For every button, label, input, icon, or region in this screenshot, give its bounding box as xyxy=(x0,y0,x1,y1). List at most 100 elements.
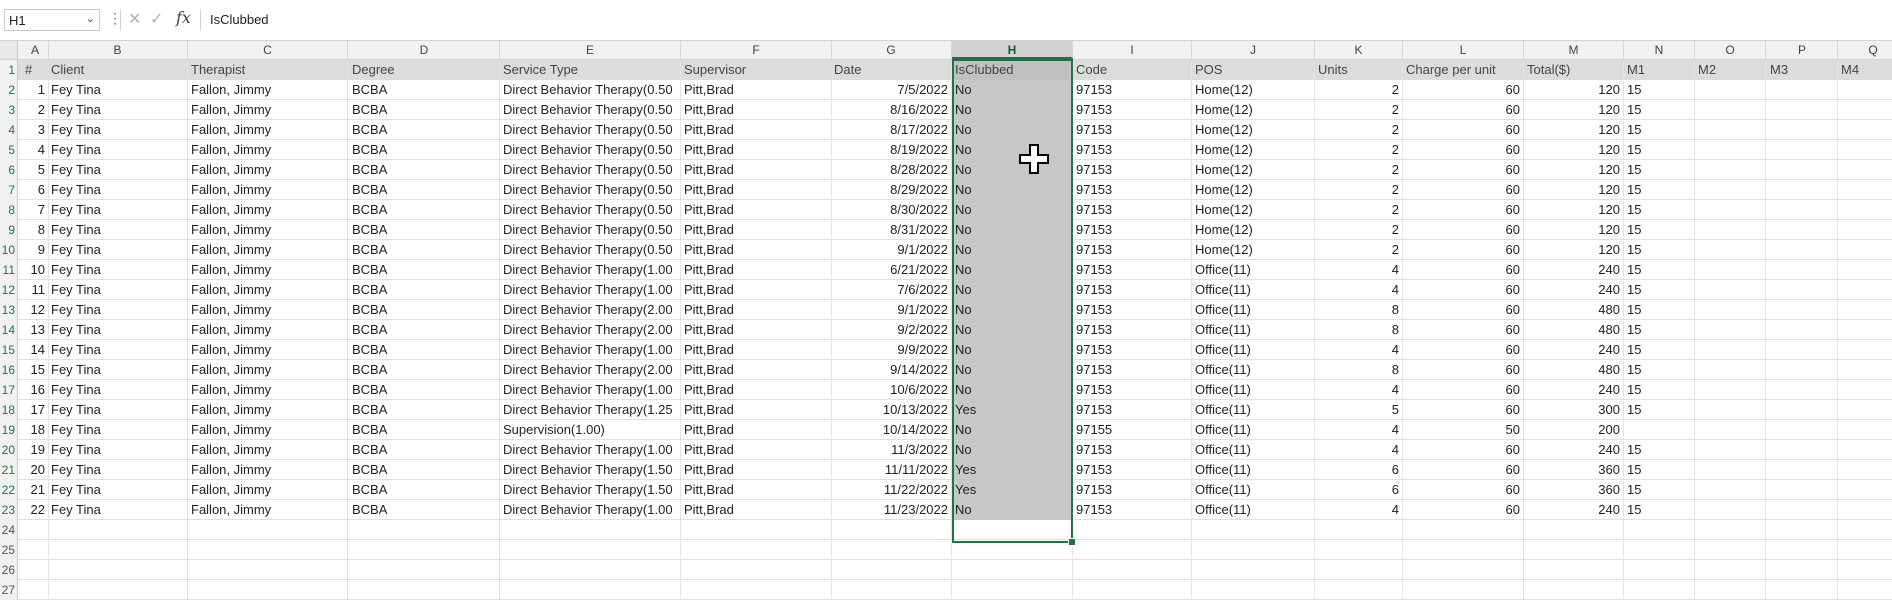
table-cell[interactable]: Pitt,Brad xyxy=(681,380,832,400)
table-cell[interactable]: Fallon, Jimmy xyxy=(188,480,348,500)
table-cell[interactable]: 8/31/2022 xyxy=(831,220,952,240)
table-cell[interactable]: 7 xyxy=(22,200,49,220)
table-cell[interactable]: No xyxy=(952,80,1073,100)
table-cell[interactable]: BCBA xyxy=(349,480,500,500)
table-cell[interactable] xyxy=(1767,380,1838,400)
table-cell[interactable] xyxy=(1838,380,1892,400)
table-cell[interactable] xyxy=(1315,560,1403,580)
table-cell[interactable] xyxy=(1767,540,1838,560)
table-cell[interactable]: Yes xyxy=(952,480,1073,500)
table-cell[interactable]: Fallon, Jimmy xyxy=(188,80,348,100)
table-cell[interactable]: 97153 xyxy=(1073,300,1192,320)
table-cell[interactable]: Direct Behavior Therapy(0.50 xyxy=(500,100,681,120)
table-cell[interactable]: 15 xyxy=(1624,180,1695,200)
table-cell[interactable]: No xyxy=(952,360,1073,380)
column-label-cell[interactable]: Units xyxy=(1315,60,1403,80)
table-cell[interactable]: BCBA xyxy=(349,200,500,220)
table-cell[interactable] xyxy=(831,520,952,540)
table-cell[interactable]: 4 xyxy=(1315,500,1403,520)
table-cell[interactable]: No xyxy=(952,240,1073,260)
table-cell[interactable] xyxy=(1524,520,1624,540)
table-cell[interactable] xyxy=(1695,480,1766,500)
table-cell[interactable]: Pitt,Brad xyxy=(681,200,832,220)
table-cell[interactable]: No xyxy=(952,380,1073,400)
row-header[interactable]: 17 xyxy=(0,380,18,400)
table-cell[interactable] xyxy=(1767,360,1838,380)
table-cell[interactable] xyxy=(1767,420,1838,440)
table-cell[interactable] xyxy=(1767,580,1838,600)
table-cell[interactable]: 120 xyxy=(1524,220,1624,240)
table-cell[interactable]: 12 xyxy=(22,300,49,320)
table-cell[interactable]: BCBA xyxy=(349,100,500,120)
column-label-cell[interactable]: Degree xyxy=(349,60,500,80)
table-cell[interactable]: Fey Tina xyxy=(48,260,188,280)
table-cell[interactable]: 4 xyxy=(1315,440,1403,460)
table-cell[interactable]: 97153 xyxy=(1073,360,1192,380)
table-cell[interactable]: BCBA xyxy=(349,280,500,300)
row-header[interactable]: 15 xyxy=(0,340,18,360)
table-cell[interactable] xyxy=(1767,100,1838,120)
table-cell[interactable]: 240 xyxy=(1524,340,1624,360)
table-cell[interactable]: No xyxy=(952,160,1073,180)
table-cell[interactable]: 11/11/2022 xyxy=(831,460,952,480)
table-cell[interactable]: Pitt,Brad xyxy=(681,360,832,380)
table-cell[interactable] xyxy=(831,580,952,600)
table-cell[interactable]: 21 xyxy=(22,480,49,500)
table-cell[interactable]: Pitt,Brad xyxy=(681,220,832,240)
table-cell[interactable] xyxy=(1695,540,1766,560)
table-cell[interactable]: Direct Behavior Therapy(0.50 xyxy=(500,160,681,180)
table-cell[interactable]: BCBA xyxy=(349,140,500,160)
table-cell[interactable]: Direct Behavior Therapy(0.50 xyxy=(500,80,681,100)
chevron-down-icon[interactable]: ⌄ xyxy=(86,12,95,25)
table-cell[interactable]: Fallon, Jimmy xyxy=(188,340,348,360)
row-header[interactable]: 16 xyxy=(0,360,18,380)
table-cell[interactable]: 11/22/2022 xyxy=(831,480,952,500)
table-cell[interactable]: Direct Behavior Therapy(1.00 xyxy=(500,380,681,400)
table-cell[interactable] xyxy=(188,540,348,560)
table-cell[interactable]: 4 xyxy=(1315,420,1403,440)
table-cell[interactable]: No xyxy=(952,340,1073,360)
table-cell[interactable] xyxy=(1767,120,1838,140)
table-cell[interactable]: 60 xyxy=(1403,400,1524,420)
table-cell[interactable]: 2 xyxy=(1315,200,1403,220)
table-cell[interactable]: Direct Behavior Therapy(1.50 xyxy=(500,480,681,500)
table-cell[interactable]: 15 xyxy=(1624,100,1695,120)
table-cell[interactable]: 5 xyxy=(22,160,49,180)
table-cell[interactable]: 97153 xyxy=(1073,460,1192,480)
table-cell[interactable] xyxy=(1695,500,1766,520)
table-cell[interactable]: 480 xyxy=(1524,360,1624,380)
row-header[interactable]: 2 xyxy=(0,80,18,100)
table-cell[interactable]: 2 xyxy=(1315,160,1403,180)
table-cell[interactable] xyxy=(1838,280,1892,300)
table-cell[interactable]: Fey Tina xyxy=(48,80,188,100)
table-cell[interactable] xyxy=(1524,580,1624,600)
table-cell[interactable]: 8 xyxy=(22,220,49,240)
table-cell[interactable] xyxy=(349,560,500,580)
table-cell[interactable]: Pitt,Brad xyxy=(681,400,832,420)
table-cell[interactable] xyxy=(1767,80,1838,100)
table-cell[interactable] xyxy=(1838,480,1892,500)
table-cell[interactable]: 4 xyxy=(1315,260,1403,280)
table-cell[interactable] xyxy=(1695,460,1766,480)
table-cell[interactable]: Home(12) xyxy=(1192,100,1315,120)
table-cell[interactable]: 7/6/2022 xyxy=(831,280,952,300)
row-header[interactable]: 12 xyxy=(0,280,18,300)
table-cell[interactable] xyxy=(1695,260,1766,280)
table-cell[interactable]: Yes xyxy=(952,460,1073,480)
table-cell[interactable] xyxy=(349,540,500,560)
column-label-cell[interactable]: Total($) xyxy=(1524,60,1624,80)
table-cell[interactable] xyxy=(1838,100,1892,120)
table-cell[interactable]: 15 xyxy=(1624,140,1695,160)
table-cell[interactable]: Office(11) xyxy=(1192,440,1315,460)
table-cell[interactable] xyxy=(1315,540,1403,560)
table-cell[interactable] xyxy=(1767,140,1838,160)
table-cell[interactable]: 15 xyxy=(1624,220,1695,240)
column-header-p[interactable]: P xyxy=(1767,41,1838,59)
table-cell[interactable] xyxy=(349,520,500,540)
table-cell[interactable] xyxy=(831,540,952,560)
column-header-b[interactable]: B xyxy=(48,41,188,59)
row-header[interactable]: 21 xyxy=(0,460,18,480)
column-header-o[interactable]: O xyxy=(1695,41,1766,59)
table-cell[interactable]: 120 xyxy=(1524,200,1624,220)
table-cell[interactable]: 97153 xyxy=(1073,260,1192,280)
